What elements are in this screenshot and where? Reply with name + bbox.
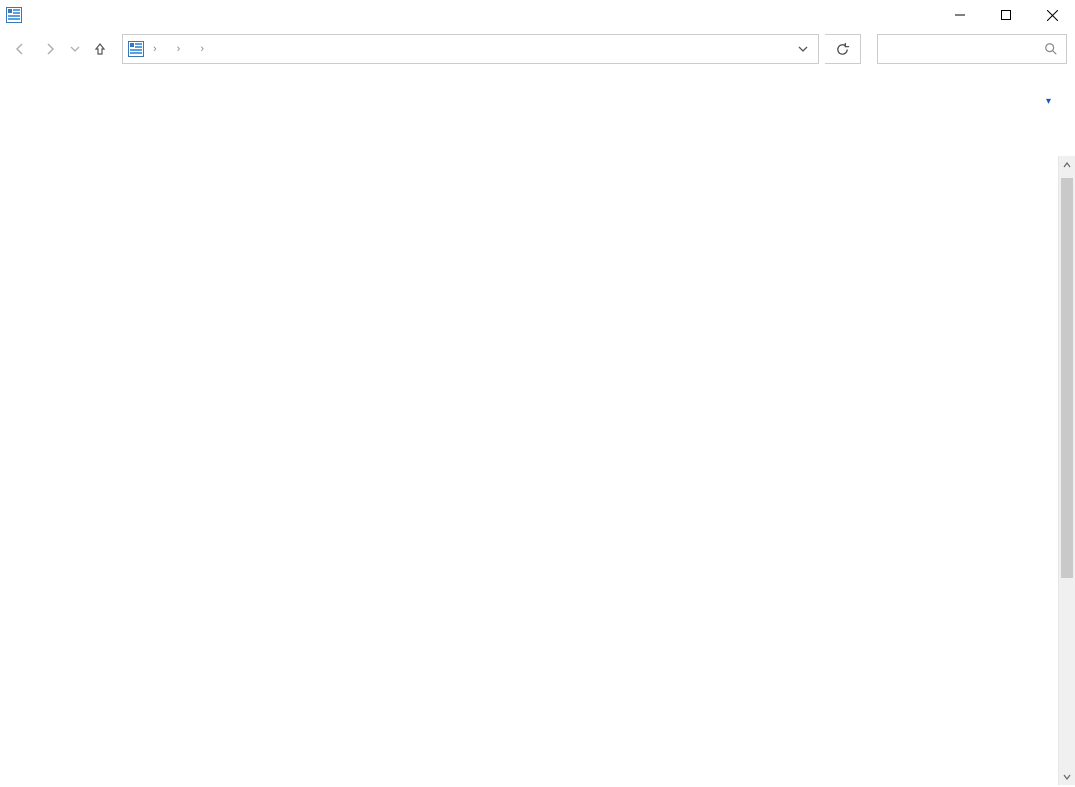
up-button[interactable] (88, 37, 112, 61)
scroll-down-arrow[interactable] (1059, 768, 1075, 785)
control-panel-app-icon (6, 7, 22, 23)
chevron-right-icon[interactable]: › (173, 43, 185, 55)
view-by-selector[interactable]: ▾ (1030, 96, 1051, 107)
scroll-thumb[interactable] (1061, 178, 1073, 578)
search-input[interactable] (877, 34, 1067, 64)
recent-locations-dropdown[interactable] (68, 37, 82, 61)
address-bar[interactable]: › › › (122, 34, 819, 64)
navbar: › › › (0, 30, 1075, 68)
address-dropdown[interactable] (792, 44, 814, 54)
content-area (8, 156, 1057, 781)
scroll-up-arrow[interactable] (1059, 156, 1075, 173)
window-controls (937, 0, 1075, 30)
vertical-scrollbar[interactable] (1058, 156, 1075, 785)
chevron-right-icon[interactable]: › (196, 43, 208, 55)
refresh-button[interactable] (825, 34, 861, 64)
content-header: ▾ (0, 68, 1075, 117)
close-button[interactable] (1029, 0, 1075, 30)
titlebar (0, 0, 1075, 30)
breadcrumb-item[interactable] (188, 47, 192, 51)
breadcrumb-item[interactable] (165, 47, 169, 51)
chevron-right-icon[interactable]: › (149, 43, 161, 55)
back-button[interactable] (8, 37, 32, 61)
maximize-button[interactable] (983, 0, 1029, 30)
forward-button[interactable] (38, 37, 62, 61)
search-icon (1044, 42, 1058, 56)
control-panel-location-icon (127, 40, 145, 58)
minimize-button[interactable] (937, 0, 983, 30)
chevron-down-icon: ▾ (1046, 96, 1051, 107)
